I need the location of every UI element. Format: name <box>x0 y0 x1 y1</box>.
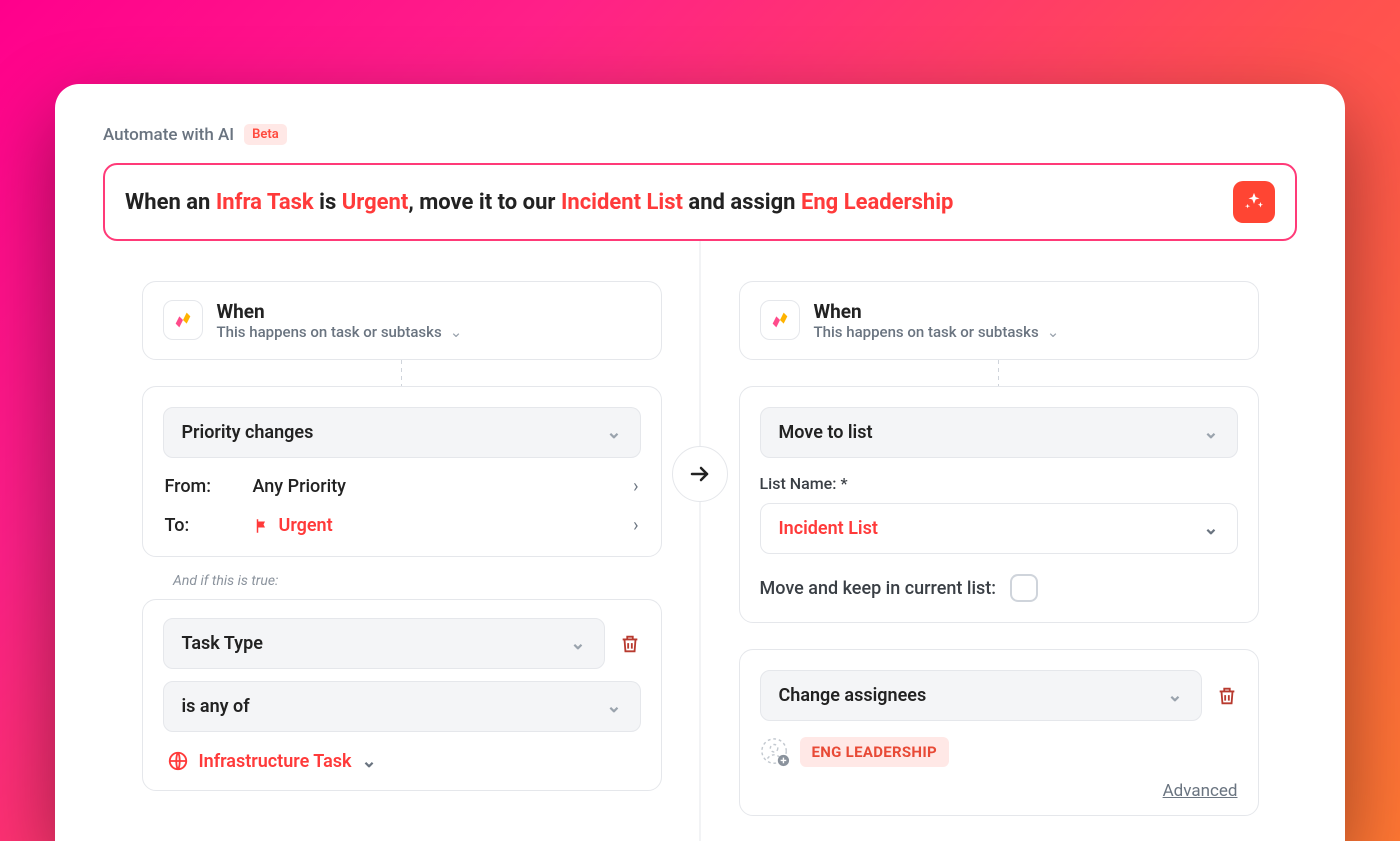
assignee-row[interactable]: ENG LEADERSHIP <box>760 737 1238 767</box>
divider <box>700 241 701 841</box>
clickup-icon <box>760 300 800 340</box>
keep-in-list-row: Move and keep in current list: <box>760 574 1238 602</box>
action-select[interactable]: Change assignees ⌄ <box>760 670 1202 721</box>
chevron-down-icon: ⌄ <box>606 696 621 717</box>
chevron-down-icon: ⌄ <box>1167 685 1182 706</box>
chevron-down-icon: ⌄ <box>450 323 463 341</box>
clickup-icon <box>163 300 203 340</box>
connector <box>998 360 999 386</box>
when-card[interactable]: When This happens on task or subtasks ⌄ <box>142 281 662 360</box>
chevron-right-icon: › <box>633 476 638 497</box>
arrow-right-icon <box>688 462 712 486</box>
chevron-down-icon: ⌄ <box>362 751 377 772</box>
condition-field-select[interactable]: Task Type ⌄ <box>163 618 605 669</box>
automation-builder-window: Automate with AI Beta When an Infra Task… <box>55 84 1345 841</box>
priority-from-row[interactable]: From: Any Priority › <box>163 458 641 497</box>
when-card-right[interactable]: When This happens on task or subtasks ⌄ <box>739 281 1259 360</box>
beta-badge: Beta <box>244 124 287 145</box>
trigger-select[interactable]: Priority changes ⌄ <box>163 407 641 458</box>
chevron-down-icon: ⌄ <box>1047 323 1060 341</box>
header: Automate with AI Beta <box>103 124 1297 145</box>
condition-value-select[interactable]: Infrastructure Task ⌄ <box>163 744 641 772</box>
builder-columns: When This happens on task or subtasks ⌄ … <box>103 281 1297 816</box>
when-title: When <box>814 300 1060 323</box>
header-title: Automate with AI <box>103 125 234 145</box>
action-move-card: Move to list ⌄ List Name: * Incident Lis… <box>739 386 1259 623</box>
keep-in-list-checkbox[interactable] <box>1010 574 1038 602</box>
generate-button[interactable] <box>1233 181 1275 223</box>
trash-icon <box>619 633 641 655</box>
delete-condition-button[interactable] <box>619 633 641 655</box>
chevron-right-icon: › <box>633 515 638 536</box>
condition-card: Task Type ⌄ is any of ⌄ Infrastructure T… <box>142 599 662 791</box>
chevron-down-icon: ⌄ <box>570 633 585 654</box>
when-subtitle[interactable]: This happens on task or subtasks ⌄ <box>217 323 463 341</box>
priority-to-row[interactable]: To: Urgent › <box>163 497 641 536</box>
action-assignees-card: Change assignees ⌄ ENG LEADERSHIP Advanc… <box>739 649 1259 816</box>
chevron-down-icon: ⌄ <box>1203 518 1218 539</box>
list-name-select[interactable]: Incident List ⌄ <box>760 503 1238 554</box>
ai-prompt-input[interactable]: When an Infra Task is Urgent, move it to… <box>103 163 1297 241</box>
sparkle-icon <box>1243 191 1265 213</box>
trigger-card: Priority changes ⌄ From: Any Priority › … <box>142 386 662 557</box>
when-subtitle[interactable]: This happens on task or subtasks ⌄ <box>814 323 1060 341</box>
flag-icon <box>253 517 271 535</box>
assignee-tag[interactable]: ENG LEADERSHIP <box>800 737 949 767</box>
prompt-text: When an Infra Task is Urgent, move it to… <box>125 190 953 215</box>
flow-arrow <box>672 446 728 502</box>
delete-action-button[interactable] <box>1216 685 1238 707</box>
connector <box>401 360 402 386</box>
action-select[interactable]: Move to list ⌄ <box>760 407 1238 458</box>
add-assignee-icon[interactable] <box>760 737 790 767</box>
action-column: When This happens on task or subtasks ⌄ … <box>700 281 1297 816</box>
globe-icon <box>167 750 189 772</box>
condition-intro: And if this is true: <box>173 573 278 589</box>
when-title: When <box>217 300 463 323</box>
trash-icon <box>1216 685 1238 707</box>
chevron-down-icon: ⌄ <box>1203 422 1218 443</box>
chevron-down-icon: ⌄ <box>606 422 621 443</box>
trigger-column: When This happens on task or subtasks ⌄ … <box>103 281 700 816</box>
condition-operator-select[interactable]: is any of ⌄ <box>163 681 641 732</box>
advanced-link[interactable]: Advanced <box>1163 781 1238 801</box>
list-name-label: List Name: * <box>760 474 1238 493</box>
